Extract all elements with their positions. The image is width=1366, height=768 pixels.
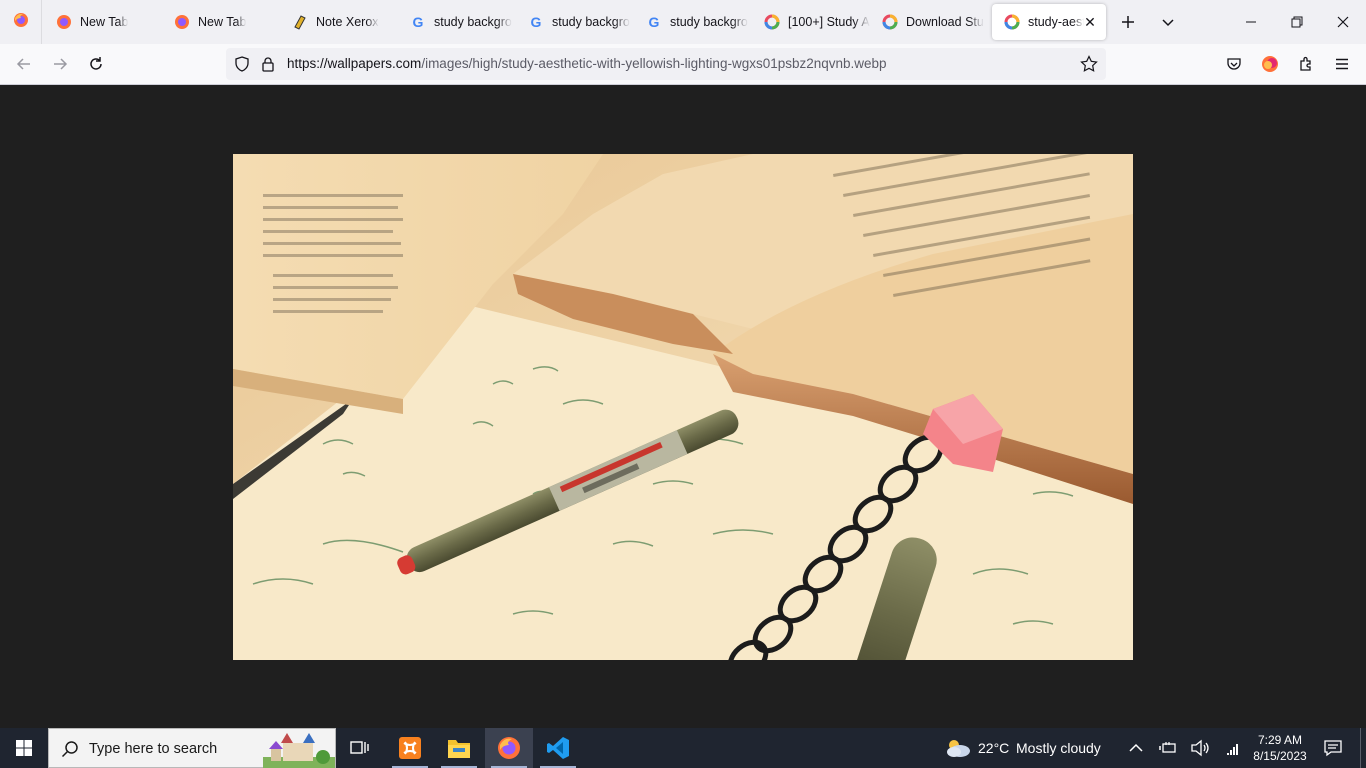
windows-logo-icon (16, 740, 32, 756)
close-window-button[interactable] (1320, 0, 1366, 44)
weather-cloud-icon[interactable] (944, 737, 972, 764)
firefox-icon (13, 12, 29, 33)
tab-study-background-1[interactable]: G study backgro (398, 4, 516, 40)
page-content (0, 85, 1366, 728)
extensions-button[interactable] (1290, 48, 1322, 80)
hamburger-menu-icon (1336, 58, 1348, 70)
study-aesthetic-image (233, 154, 1133, 660)
new-tab-button[interactable] (1114, 8, 1142, 36)
tab-label: study backgro (552, 15, 630, 29)
tab-download-study[interactable]: Download Stu (870, 4, 988, 40)
account-button[interactable] (1254, 48, 1286, 80)
xampp-icon (399, 737, 421, 759)
clock-date: 8/15/2023 (1253, 749, 1307, 763)
url-text[interactable]: https://wallpapers.com/images/high/study… (287, 56, 887, 71)
tab-study-background-2[interactable]: G study backgro (516, 4, 634, 40)
battery-icon[interactable] (1158, 740, 1178, 761)
windows-taskbar: Type here to search 22°C Mostly cloudy 7… (0, 728, 1366, 768)
minimize-icon (1246, 21, 1256, 23)
forward-button[interactable] (44, 48, 76, 80)
account-avatar-icon (1262, 56, 1278, 72)
bookmark-star-icon[interactable] (1080, 55, 1098, 78)
taskbar-search-box[interactable]: Type here to search (48, 728, 336, 768)
firefox-icon (174, 14, 190, 30)
tab-label: Note Xerox (316, 15, 379, 29)
app-menu-button[interactable] (1326, 48, 1358, 80)
notification-center-icon[interactable] (1323, 739, 1343, 762)
svg-text:G: G (531, 14, 542, 30)
puzzle-icon (1300, 56, 1311, 71)
address-bar[interactable]: https://wallpapers.com/images/high/study… (226, 48, 1106, 80)
chevron-down-icon (1162, 19, 1174, 27)
tab-label: study backgro (670, 15, 748, 29)
svg-text:G: G (413, 14, 424, 30)
tab-label: study backgro (434, 15, 512, 29)
tab-100-study[interactable]: [100+] Study A (752, 4, 870, 40)
search-highlight-castle-icon (263, 729, 335, 768)
folder-icon (448, 740, 470, 758)
wallpapers-icon (764, 14, 780, 30)
clock-time: 7:29 AM (1257, 733, 1303, 747)
weather-description[interactable]: Mostly cloudy (1016, 740, 1101, 756)
arrow-right-icon (54, 58, 68, 70)
firefox-icon (56, 14, 72, 30)
taskbar-app-xampp[interactable] (386, 728, 434, 768)
task-view-icon (350, 741, 369, 754)
url-path: /images/high/study-aesthetic-with-yellow… (421, 56, 887, 71)
url-host: https://wallpapers.com (287, 56, 422, 71)
shield-icon[interactable] (234, 56, 250, 77)
tab-new-tab-1[interactable]: New Tab (44, 4, 162, 40)
list-all-tabs-button[interactable] (1154, 8, 1182, 36)
pocket-icon (1227, 58, 1241, 70)
restore-icon (1291, 16, 1303, 28)
restore-button[interactable] (1274, 0, 1320, 44)
close-icon (1337, 16, 1349, 28)
taskbar-app-file-explorer[interactable] (435, 728, 483, 768)
tab-label: Download Stu (906, 15, 984, 29)
firefox-view-button[interactable] (0, 0, 42, 44)
plus-icon (1122, 16, 1134, 28)
system-clock[interactable]: 7:29 AM 8/15/2023 (1250, 732, 1310, 764)
vscode-icon (547, 737, 569, 759)
reload-button[interactable] (80, 48, 112, 80)
google-icon: G (646, 14, 662, 30)
search-icon (61, 740, 79, 763)
reload-icon (90, 57, 102, 70)
tab-label: study-aesth (1028, 15, 1084, 29)
tab-strip: New Tab New Tab Note Xerox G study backg… (0, 0, 1366, 44)
show-hidden-icons-chevron-up-icon[interactable] (1128, 740, 1144, 761)
lock-icon[interactable] (261, 56, 275, 77)
pocket-button[interactable] (1218, 48, 1250, 80)
tab-label: New Tab (80, 15, 129, 29)
wallpapers-icon (1004, 14, 1020, 30)
google-icon: G (528, 14, 544, 30)
tab-label: New Tab (198, 15, 247, 29)
network-wifi-icon[interactable] (1224, 740, 1242, 761)
tab-study-background-3[interactable]: G study backgro (634, 4, 752, 40)
search-placeholder: Type here to search (89, 741, 218, 757)
google-icon: G (410, 14, 426, 30)
volume-icon[interactable] (1190, 739, 1210, 762)
show-desktop-button[interactable] (1360, 728, 1366, 768)
wallpapers-icon (882, 14, 898, 30)
tab-study-aesthetic[interactable]: study-aesth ✕ (992, 4, 1106, 40)
note-xerox-icon (292, 14, 308, 30)
close-tab-icon[interactable]: ✕ (1082, 14, 1098, 30)
svg-text:G: G (649, 14, 660, 30)
minimize-button[interactable] (1228, 0, 1274, 44)
weather-temperature[interactable]: 22°C (978, 740, 1009, 756)
firefox-icon (498, 737, 520, 759)
taskbar-app-vscode[interactable] (534, 728, 582, 768)
taskbar-app-firefox[interactable] (485, 728, 533, 768)
tab-new-tab-2[interactable]: New Tab (162, 4, 280, 40)
back-button[interactable] (8, 48, 40, 80)
tab-note-xerox[interactable]: Note Xerox (280, 4, 398, 40)
navigation-toolbar: https://wallpapers.com/images/high/study… (0, 44, 1366, 85)
task-view-button[interactable] (336, 728, 384, 768)
tab-label: [100+] Study A (788, 15, 870, 29)
start-button[interactable] (0, 728, 48, 768)
arrow-left-icon (16, 58, 30, 70)
